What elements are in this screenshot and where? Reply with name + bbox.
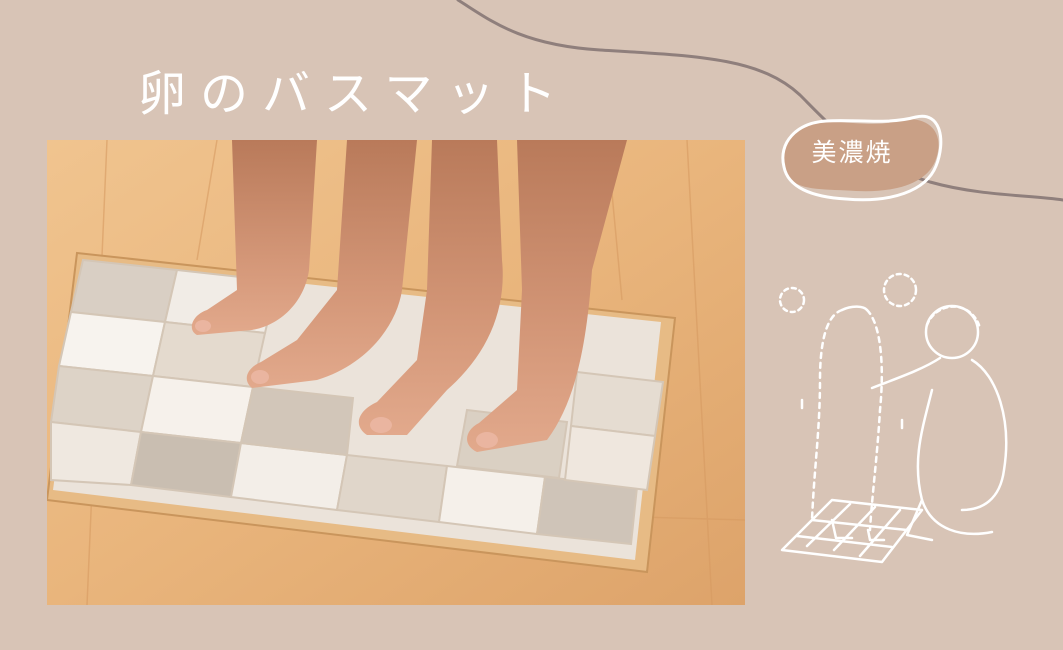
banner-canvas: 卵のバスマット 美濃焼: [0, 0, 1063, 650]
child-and-parent-bath-illustration: [778, 272, 1008, 564]
badge-label: 美濃焼: [811, 138, 893, 167]
page-title: 卵のバスマット: [138, 66, 571, 122]
mino-ware-badge: 美濃焼: [776, 111, 946, 203]
feet-on-bath-mat-photo: [47, 140, 745, 605]
